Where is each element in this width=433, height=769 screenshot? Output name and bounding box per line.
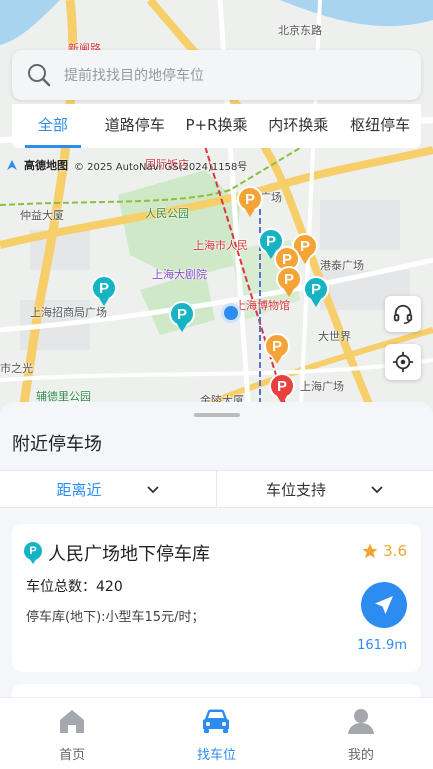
- amap-arrow-icon: [7, 160, 17, 170]
- parking-lot-card[interactable]: P 人民广场地下停车库 3.6 车位总数：420 停车库(地下):小型车15元/…: [12, 524, 421, 672]
- map-label: 上海大剧院: [152, 268, 207, 281]
- search-input[interactable]: 提前找找目的地停车位: [64, 65, 204, 85]
- search-icon: [28, 64, 51, 87]
- tab-park-and-ride[interactable]: P+R换乘: [176, 104, 258, 148]
- parking-pin-icon: P: [24, 542, 42, 564]
- lot-total-spaces: 车位总数：420: [26, 579, 123, 595]
- filter-space-support[interactable]: 车位支持: [216, 471, 433, 507]
- navigation-arrow-icon: [375, 596, 393, 614]
- navigate-button[interactable]: [361, 582, 407, 628]
- attribution-text: © 2025 AutoNavi GS(2024)1158号: [74, 161, 248, 173]
- map-attribution: 高德地图 © 2025 AutoNavi GS(2024)1158号: [6, 157, 247, 173]
- filter-distance[interactable]: 距离近: [0, 471, 216, 507]
- amap-logo: 高德地图: [24, 159, 68, 172]
- tab-inner-ring-transfer[interactable]: 内环换乘: [257, 104, 339, 148]
- filter-bar: 距离近 车位支持: [0, 470, 433, 508]
- parking-pin[interactable]: P: [303, 276, 329, 308]
- map-label: 上海市人民: [193, 239, 248, 252]
- tab-hub-parking[interactable]: 枢纽停车: [339, 104, 421, 148]
- map-label: 港泰广场: [320, 259, 364, 272]
- user-icon: [347, 709, 374, 734]
- map-label: 北京东路: [278, 24, 322, 37]
- bottom-tab-bar: 首页 找车位 我的: [0, 697, 433, 769]
- lot-price: 停车库(地下):小型车15元/时；: [26, 610, 205, 625]
- map-label: 大世界: [318, 330, 351, 343]
- map-label: 上海博物馆: [235, 299, 290, 312]
- lot-name: 人民广场地下停车库: [48, 544, 210, 565]
- headset-icon: [393, 304, 413, 324]
- lot-rating: 3.6: [361, 542, 407, 560]
- rating-value: 3.6: [383, 542, 407, 560]
- lot-distance: 161.9m: [357, 638, 407, 653]
- filter-label: 车位支持: [265, 480, 326, 499]
- map-label: 上海广场: [300, 380, 344, 393]
- map-label: 仲益大厦: [20, 209, 64, 222]
- map-label: 市之光: [0, 362, 33, 375]
- home-icon: [60, 710, 85, 733]
- sheet-drag-handle[interactable]: [194, 413, 240, 417]
- customer-support-button[interactable]: [385, 296, 421, 332]
- tabbar-mine[interactable]: 我的: [289, 698, 433, 769]
- sheet-title: 附近停车场: [12, 434, 102, 455]
- map-label: 人民公园: [145, 207, 189, 220]
- tabbar-label: 首页: [59, 748, 86, 763]
- tab-all[interactable]: 全部: [12, 104, 94, 148]
- filter-label: 距离近: [56, 480, 102, 499]
- parking-pin[interactable]: P: [91, 275, 117, 307]
- parking-pin[interactable]: P: [264, 333, 290, 365]
- location-dot-icon: [221, 303, 241, 323]
- tab-road-parking[interactable]: 道路停车: [94, 104, 176, 148]
- locate-me-button[interactable]: [385, 344, 421, 380]
- chevron-down-icon: [371, 486, 383, 494]
- lot-title: P 人民广场地下停车库: [24, 540, 210, 566]
- star-icon: [362, 543, 378, 559]
- chevron-down-icon: [146, 486, 159, 494]
- parking-pin[interactable]: P: [269, 373, 295, 405]
- tabbar-label: 找车位: [196, 748, 236, 763]
- category-tabs: 全部 道路停车 P+R换乘 内环换乘 枢纽停车: [12, 104, 421, 148]
- crosshair-icon: [392, 351, 414, 373]
- nearby-parking-sheet: 附近停车场 距离近 车位支持 P 人民广场地下停车库 3.6 车位总数：420 …: [0, 402, 433, 702]
- parking-pin[interactable]: P: [237, 186, 263, 218]
- car-icon: [203, 709, 230, 733]
- tabbar-find-parking[interactable]: 找车位: [144, 698, 288, 769]
- tabbar-home[interactable]: 首页: [0, 698, 144, 769]
- search-bar[interactable]: 提前找找目的地停车位: [12, 50, 421, 100]
- tabbar-label: 我的: [347, 748, 374, 763]
- parking-pin[interactable]: P: [169, 301, 195, 333]
- parking-pin[interactable]: P: [276, 266, 302, 298]
